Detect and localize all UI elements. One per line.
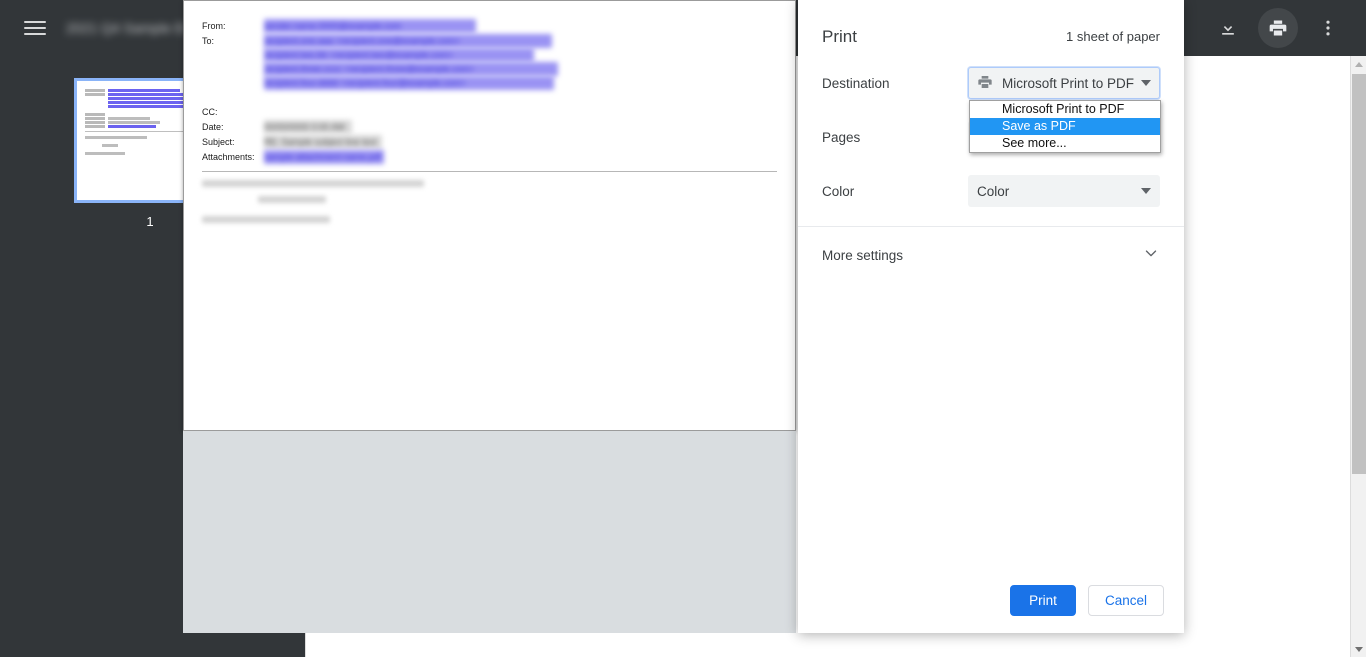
destination-select[interactable]: Microsoft Print to PDF Microsoft Print t… [968,67,1161,153]
email-header-row-to: To: recipient.one.aaa <recipient.one@exa… [202,34,777,90]
preview-backdrop [183,431,796,633]
color-value: Color [977,183,1010,199]
destination-value: Microsoft Print to PDF [1002,75,1135,91]
email-header-key: Date: [202,122,224,132]
email-header-row-date: Date: 00/00/0000 0:00 AM [202,120,777,134]
email-recipients-list: recipient.one.aaa <recipient.one@example… [264,34,558,90]
email-header-value-redacted: sample-attachment-name.pdf [264,150,384,164]
destination-option-save-as-pdf[interactable]: Save as PDF [970,118,1160,135]
printer-icon[interactable] [1258,8,1298,48]
email-header-key: Subject: [202,137,235,147]
email-header-row-subject: Subject: RE: Sample subject line text [202,135,777,149]
email-header-value-redacted: recipient.one.aaa <recipient.one@example… [264,34,552,48]
cancel-button[interactable]: Cancel [1087,584,1164,616]
destination-option-microsoft-print-to-pdf[interactable]: Microsoft Print to PDF [970,101,1160,118]
email-header-key: From: [202,21,226,31]
scroll-up-icon[interactable] [1351,56,1366,72]
email-header-row-cc: CC: [202,105,777,119]
email-header-key: CC: [202,107,218,117]
setting-row-destination: Destination Microsoft Print to PDF Micro… [822,56,1161,153]
email-body-line [202,216,330,223]
email-header-value-redacted: RE: Sample subject line text [264,135,382,149]
document-preview-sheet: From: sender.name.0000@example.com To: r… [183,0,796,431]
destination-option-list: Microsoft Print to PDF Save as PDF See m… [969,100,1161,153]
more-settings-toggle[interactable]: More settings [798,227,1184,283]
email-header-key: Attachments: [202,152,255,162]
pages-label: Pages [822,129,861,145]
destination-option-see-more[interactable]: See more... [970,135,1160,152]
print-preview-window: 1 From: sender.name.0000@example.com To:… [0,0,1366,657]
toolbar-actions [1208,0,1348,56]
print-dialog-header: Print 1 sheet of paper [798,0,1184,56]
email-header-spacer [202,91,777,105]
email-header-row-from: From: sender.name.0000@example.com [202,19,777,33]
email-header-block: From: sender.name.0000@example.com To: r… [184,1,795,223]
toolbar-right-edge [1350,0,1366,56]
chevron-down-icon [1141,188,1151,194]
email-header-value-redacted: recipient.two.bb <recipient.two@example.… [264,48,534,62]
email-header-row-attachments: Attachments: sample-attachment-name.pdf [202,150,777,164]
setting-row-color: Color Color [822,164,1160,218]
email-header-value-redacted: sender.name.0000@example.com [264,19,476,33]
print-dialog-settings: Destination Microsoft Print to PDF Micro… [798,56,1184,218]
email-body-line [258,196,326,203]
vertical-scrollbar[interactable] [1350,56,1366,657]
email-header-value-redacted: 00/00/0000 0:00 AM [264,120,352,134]
three-dot-menu-icon[interactable] [1308,8,1348,48]
chevron-down-icon [1142,244,1160,267]
print-dialog: Print 1 sheet of paper Destination Micro… [798,0,1184,633]
email-header-key: To: [202,36,215,46]
printer-icon [977,74,993,93]
print-button[interactable]: Print [1009,584,1076,616]
color-label: Color [822,183,855,199]
print-dialog-footer: Print Cancel [798,567,1184,633]
hamburger-menu-icon[interactable] [20,14,50,42]
color-select[interactable]: Color [968,175,1160,207]
chevron-down-icon [1141,80,1151,86]
email-body-line [202,180,424,187]
destination-label: Destination [822,75,890,91]
scrollbar-thumb[interactable] [1352,74,1366,474]
scroll-down-icon[interactable] [1351,641,1366,657]
more-settings-label: More settings [822,247,904,263]
print-dialog-title: Print [822,27,857,46]
download-icon[interactable] [1208,8,1248,48]
email-header-value-redacted: recipient.four.dddd <recipient.four@exam… [264,76,554,90]
email-header-divider [202,171,777,172]
email-header-value-redacted: recipient.three.cccc <recipient.three@ex… [264,62,558,76]
sheet-summary: 1 sheet of paper [1066,29,1160,44]
